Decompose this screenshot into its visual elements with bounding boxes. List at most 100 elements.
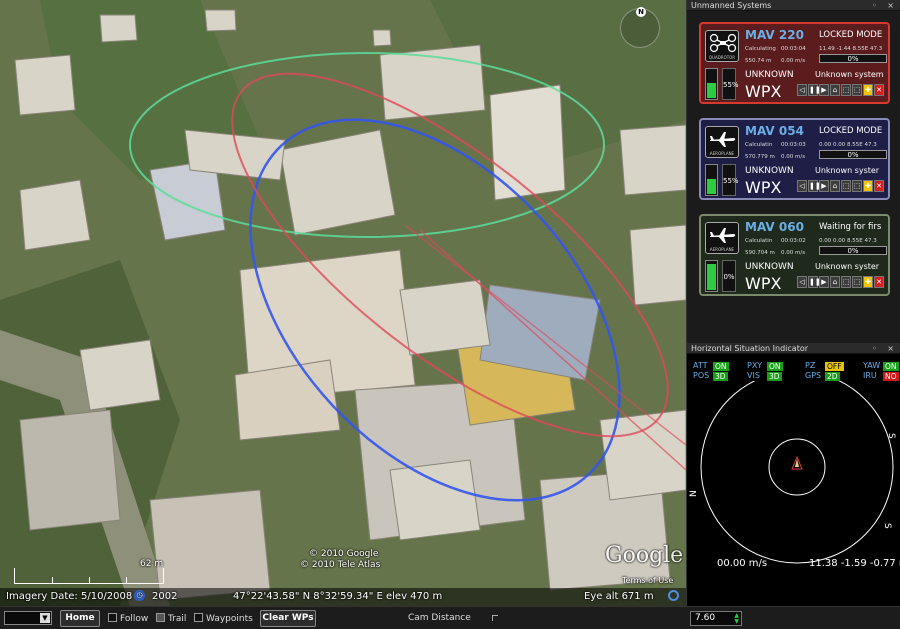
trail-checkbox[interactable]: Trail: [156, 613, 186, 624]
mav-state: UNKNOWN: [745, 70, 794, 80]
mav-state: UNKNOWN: [745, 262, 794, 272]
hsi-flag-label: GPS: [805, 371, 822, 380]
mav-control-button-1[interactable]: ❚❚: [808, 84, 821, 96]
hsi-flag-value: ON: [713, 362, 729, 371]
mav-name: MAV 054: [745, 124, 804, 138]
map-compass[interactable]: N: [620, 7, 660, 48]
mav-control-button-4[interactable]: ⬚: [841, 180, 851, 192]
app-window: N © 2010 Google © 2010 Tele Atlas Google…: [0, 0, 900, 629]
3d-map-view[interactable]: N © 2010 Google © 2010 Tele Atlas Google…: [0, 0, 686, 606]
hsi-local-position: 11.38 -1.59 -0.77 m: [809, 558, 900, 569]
hsi-dock-buttons[interactable]: ◦ ×: [872, 343, 898, 354]
mav-flight-time: 00:03:02: [781, 238, 806, 244]
follow-check-box[interactable]: [108, 613, 117, 622]
hsi-flag-label: PXY: [747, 361, 763, 370]
mav-control-button-2[interactable]: ▶: [819, 276, 829, 288]
mav-mission-progress: 0%: [819, 150, 887, 159]
mav-control-button-6[interactable]: ✚: [863, 84, 873, 96]
mav-control-button-2[interactable]: ▶: [819, 180, 829, 192]
terms-link[interactable]: Terms of Use: [622, 576, 673, 585]
mav-card[interactable]: AEROPLANE MAV 054 LOCKED MODE Calculatin 00:…: [699, 118, 890, 200]
mav-altitude: 550.74 m: [745, 58, 772, 64]
scale-bar: [14, 568, 164, 584]
quadrotor-icon: QUADROTOR: [705, 30, 739, 62]
hsi-flag-value: 3D: [767, 372, 782, 381]
vehicle-select[interactable]: ▼: [4, 611, 52, 625]
hsi-flag-value: 2D: [825, 372, 840, 381]
hsi-label-n: N: [689, 490, 699, 497]
mav-control-button-7[interactable]: ✕: [874, 84, 884, 96]
mav-control-button-2[interactable]: ▶: [819, 84, 829, 96]
cam-distance-label: Cam Distance: [408, 613, 471, 623]
mav-control-button-1[interactable]: ❚❚: [808, 180, 821, 192]
trail-check-box[interactable]: [156, 613, 165, 622]
mav-mode: Waiting for firs: [819, 222, 882, 232]
dropdown-arrow-icon: ▼: [40, 613, 50, 623]
mav-control-button-3[interactable]: ⌂: [830, 276, 840, 288]
mav-control-button-5[interactable]: ⬚: [852, 84, 862, 96]
hsi-header: Horizontal Situation Indicator ◦ ×: [687, 343, 900, 354]
bottom-toolbar: ▼ Home Follow Trail Waypoints Clear WPs …: [0, 606, 900, 629]
copyright-google: © 2010 Google: [309, 549, 379, 559]
map-imagery: [0, 0, 686, 606]
mav-flight-time: 00:03:04: [781, 46, 806, 52]
compass-n-marker: N: [636, 7, 646, 17]
mav-control-button-0[interactable]: ◁: [797, 180, 807, 192]
mav-flight-time: 00:03:03: [781, 142, 806, 148]
mav-coords: 11.49 -1.44 8.55E 47.3: [819, 46, 883, 52]
copyright-teleatlas: © 2010 Tele Atlas: [300, 560, 381, 570]
history-clock-icon[interactable]: ◷: [134, 590, 145, 601]
hsi-flag-value: ON: [767, 362, 783, 371]
mav-control-button-6[interactable]: ✚: [863, 276, 873, 288]
hsi-ground-speed: 00.00 m/s: [717, 558, 768, 569]
hsi-flag-value: NO: [883, 372, 899, 381]
waypoints-checkbox[interactable]: Waypoints: [194, 613, 253, 624]
mav-waypoint: WPX: [745, 274, 782, 293]
mav-control-button-7[interactable]: ✕: [874, 180, 884, 192]
follow-checkbox[interactable]: Follow: [108, 613, 148, 624]
mav-control-button-6[interactable]: ✚: [863, 180, 873, 192]
mav-mission-progress: 0%: [819, 54, 887, 63]
mav-mode: LOCKED MODE: [819, 30, 883, 40]
clear-wps-button[interactable]: Clear WPs: [260, 610, 316, 627]
cam-distance-slider[interactable]: [492, 615, 498, 621]
streaming-progress-icon: [668, 590, 679, 601]
mav-card[interactable]: AEROPLANE MAV 060 Waiting for firs Calculat…: [699, 214, 890, 296]
mav-control-button-7[interactable]: ✕: [874, 276, 884, 288]
hsi-label-s2: S: [882, 523, 892, 529]
dock-buttons[interactable]: ◦ ×: [872, 0, 898, 11]
mav-control-button-5[interactable]: ⬚: [852, 180, 862, 192]
mav-control-button-4[interactable]: ⬚: [841, 84, 851, 96]
mav-control-button-3[interactable]: ⌂: [830, 84, 840, 96]
mav-calc-status: Calculating: [745, 46, 776, 52]
home-button[interactable]: Home: [60, 610, 100, 627]
mav-card[interactable]: QUADROTOR MAV 220 LOCKED MODE Calculating 00…: [699, 22, 890, 104]
mav-control-button-1[interactable]: ❚❚: [808, 276, 821, 288]
waypoints-check-box[interactable]: [194, 613, 203, 622]
mav-control-button-4[interactable]: ⬚: [841, 276, 851, 288]
hsi-flag-value: 3D: [713, 372, 728, 381]
mav-mode: LOCKED MODE: [819, 126, 883, 136]
mav-control-button-0[interactable]: ◁: [797, 84, 807, 96]
mav-name: MAV 060: [745, 220, 804, 234]
mav-name: MAV 220: [745, 28, 804, 42]
mav-altitude: 570.779 m: [745, 154, 775, 160]
mav-control-button-0[interactable]: ◁: [797, 276, 807, 288]
mav-system-type: Unknown syster: [815, 262, 880, 271]
hsi-title: Horizontal Situation Indicator: [691, 344, 809, 353]
google-logo: Google: [605, 543, 684, 568]
spin-box[interactable]: 7.60 ▲ ▼: [690, 611, 742, 626]
battery-percent: 0%: [722, 260, 736, 292]
battery-gauge: [705, 164, 718, 196]
hsi-dock: Horizontal Situation Indicator ◦ × ATT ON…: [687, 343, 900, 606]
mav-control-button-5[interactable]: ⬚: [852, 276, 862, 288]
hsi-label-s1: S: [886, 433, 896, 439]
mav-control-button-3[interactable]: ⌂: [830, 180, 840, 192]
battery-fill: [707, 264, 716, 290]
mav-controls: ◁ ❚❚▶ ⌂ ⬚ ⬚ ✚ ✕: [797, 180, 885, 199]
scale-label: 62 m: [140, 559, 164, 569]
imagery-date: Imagery Date: 5/10/2008: [6, 591, 133, 602]
mav-coords: 0.00 0.00 8.55E 47.3: [819, 142, 877, 148]
mav-calc-status: Calculatin: [745, 142, 773, 148]
spin-arrows-icon[interactable]: ▲ ▼: [734, 613, 739, 625]
